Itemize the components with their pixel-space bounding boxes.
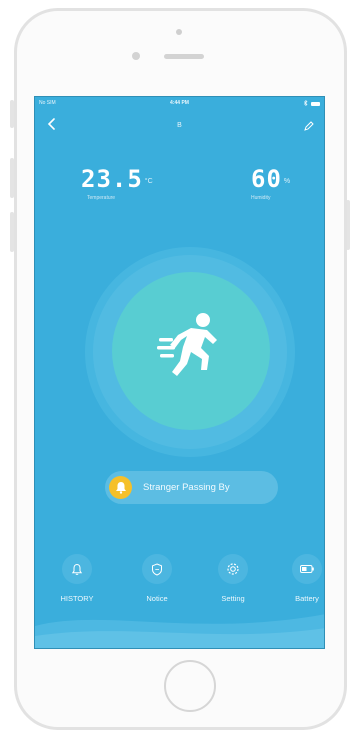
temperature-reading: 23.5 °C Temperature — [81, 165, 153, 201]
shield-icon — [142, 554, 172, 584]
bell-icon — [62, 554, 92, 584]
temperature-label: Temperature — [87, 195, 116, 201]
app-screen: No SIM 4:44 PM B 23.5 °C Temperature 60% … — [34, 96, 325, 649]
home-button[interactable] — [164, 660, 216, 712]
status-icons — [303, 99, 320, 108]
front-camera — [132, 52, 140, 60]
page-title: B — [177, 122, 182, 129]
humidity-reading: 60% Humidity — [251, 165, 290, 201]
battery-status-icon — [311, 102, 320, 106]
humidity-unit: % — [283, 178, 291, 185]
status-bar: No SIM 4:44 PM — [35, 97, 324, 109]
temperature-value: 23.5 — [81, 165, 143, 193]
nav-bar: B — [35, 113, 324, 137]
status-time: 4:44 PM — [170, 100, 189, 106]
top-sensor — [176, 29, 182, 35]
gear-icon — [218, 554, 248, 584]
nav-history-label: HISTORY — [60, 594, 94, 603]
humidity-label: Humidity — [251, 195, 271, 201]
humidity-value: 60 — [251, 165, 282, 193]
nav-notice[interactable]: Notice — [127, 554, 187, 603]
nav-battery-label: Battery — [295, 594, 319, 603]
nav-setting-label: Setting — [221, 594, 245, 603]
running-person-icon — [157, 310, 223, 385]
battery-icon — [292, 554, 322, 584]
edit-pencil-icon[interactable] — [304, 118, 314, 136]
bluetooth-icon — [303, 99, 308, 108]
alert-banner[interactable]: Stranger Passing By — [105, 471, 278, 504]
earpiece-speaker — [164, 54, 204, 59]
temperature-unit: °C — [144, 178, 153, 185]
nav-notice-label: Notice — [146, 594, 168, 603]
bottom-wave-decoration — [35, 614, 324, 648]
alert-text: Stranger Passing By — [143, 482, 230, 493]
bell-alert-icon — [109, 476, 132, 499]
nav-battery[interactable]: Battery — [277, 554, 324, 603]
nav-setting[interactable]: Setting — [203, 554, 263, 603]
nav-history[interactable]: HISTORY — [47, 554, 107, 603]
